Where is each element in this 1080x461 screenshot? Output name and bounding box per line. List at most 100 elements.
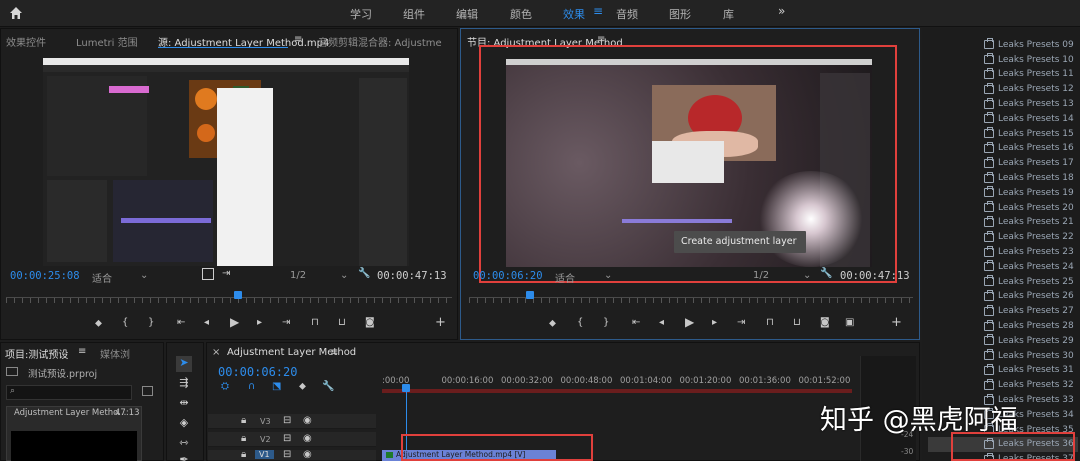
- add-button-icon[interactable]: +: [435, 315, 446, 330]
- program-resolution-chevron-icon[interactable]: ⌄: [803, 270, 811, 281]
- preset-item[interactable]: Leaks Presets 30: [984, 348, 1074, 363]
- pen-tool-icon[interactable]: ✒: [176, 453, 192, 461]
- preset-item[interactable]: Leaks Presets 18: [984, 171, 1074, 186]
- eye-icon[interactable]: ◉: [303, 415, 312, 426]
- preset-item[interactable]: Leaks Presets 16: [984, 141, 1074, 156]
- preset-item[interactable]: Leaks Presets 25: [984, 274, 1074, 289]
- eye-icon[interactable]: ◉: [303, 449, 312, 460]
- timeline-timecode[interactable]: 00:00:06:20: [218, 365, 297, 379]
- workspace-color[interactable]: 颜色: [510, 6, 532, 22]
- add-marker-icon[interactable]: ⬥: [95, 318, 102, 329]
- new-bin-icon[interactable]: [142, 386, 153, 396]
- program-go-to-out-icon[interactable]: ⇥: [737, 317, 745, 328]
- preset-item[interactable]: Leaks Presets 29: [984, 334, 1074, 349]
- track-v2[interactable]: 🔒︎ V2 ⊟ ◉: [208, 432, 376, 447]
- source-playhead[interactable]: [234, 291, 242, 299]
- source-timecode[interactable]: 00:00:25:08: [10, 270, 80, 282]
- selection-tool-icon[interactable]: ➤: [176, 356, 192, 372]
- track-select-tool-icon[interactable]: ⇶: [176, 376, 192, 392]
- mark-in-icon[interactable]: {: [122, 317, 128, 328]
- project-search-input[interactable]: ⌕: [6, 385, 132, 400]
- preset-item[interactable]: Leaks Presets 26: [984, 289, 1074, 304]
- more-workspaces-icon[interactable]: »: [778, 4, 785, 18]
- lift-icon[interactable]: ⊓: [766, 317, 774, 328]
- go-to-in-icon[interactable]: ⇤: [177, 317, 185, 328]
- razor-tool-icon[interactable]: ◈: [176, 416, 192, 432]
- preset-item[interactable]: Leaks Presets 21: [984, 215, 1074, 230]
- tab-media-browser[interactable]: 媒体浏: [100, 346, 130, 361]
- preset-item[interactable]: Leaks Presets 31: [984, 363, 1074, 378]
- timeline-close-icon[interactable]: ×: [212, 347, 220, 358]
- overwrite-icon[interactable]: ⊔: [338, 317, 346, 328]
- program-camera-icon[interactable]: ◙: [820, 317, 830, 328]
- program-play-icon[interactable]: ▶: [685, 315, 694, 329]
- preset-item[interactable]: Leaks Presets 24: [984, 260, 1074, 275]
- preset-item[interactable]: Leaks Presets 15: [984, 126, 1074, 141]
- sync-lock-icon[interactable]: ⊟: [283, 449, 291, 460]
- tab-project[interactable]: 项目:测试预设: [5, 346, 68, 361]
- lock-icon[interactable]: 🔒︎: [241, 449, 246, 460]
- linked-selection-icon[interactable]: ⬔: [272, 381, 281, 392]
- preset-item[interactable]: Leaks Presets 28: [984, 319, 1074, 334]
- slip-tool-icon[interactable]: ⇿: [176, 436, 192, 452]
- preset-item[interactable]: Leaks Presets 12: [984, 82, 1074, 97]
- go-to-out-icon[interactable]: ⇥: [282, 317, 290, 328]
- eye-icon[interactable]: ◉: [303, 433, 312, 444]
- source-fit-chevron-icon[interactable]: ⌄: [140, 270, 148, 281]
- export-frame-icon[interactable]: ⇥: [222, 268, 230, 279]
- program-playhead[interactable]: [526, 291, 534, 299]
- source-resolution-chevron-icon[interactable]: ⌄: [340, 270, 348, 281]
- lock-icon[interactable]: 🔒︎: [241, 415, 246, 426]
- program-resolution-dropdown[interactable]: 1/2: [753, 270, 769, 281]
- snap-icon[interactable]: ∩: [248, 381, 255, 392]
- workspace-menu-icon[interactable]: ≡: [593, 4, 603, 18]
- preset-item[interactable]: Leaks Presets 09: [984, 38, 1074, 53]
- preset-item[interactable]: Leaks Presets 32: [984, 378, 1074, 393]
- program-settings-wrench-icon[interactable]: 🔧: [820, 268, 832, 279]
- program-fit-dropdown[interactable]: 适合: [555, 270, 575, 285]
- program-mark-in-icon[interactable]: {: [577, 317, 583, 328]
- nest-icon[interactable]: ⛭: [221, 381, 229, 392]
- preset-item[interactable]: Leaks Presets 23: [984, 245, 1074, 260]
- source-time-ruler[interactable]: [6, 297, 452, 303]
- program-mark-out-icon[interactable]: }: [603, 317, 609, 328]
- workspace-graphics[interactable]: 图形: [669, 6, 691, 22]
- program-timecode[interactable]: 00:00:06:20: [473, 270, 543, 282]
- preset-item[interactable]: Leaks Presets 11: [984, 67, 1074, 82]
- project-clip-thumbnail[interactable]: Adjustment Layer Metho... 47:13: [6, 406, 142, 461]
- program-tab-menu-icon[interactable]: ≡: [597, 34, 605, 45]
- work-area-bar[interactable]: [382, 389, 852, 393]
- program-step-back-icon[interactable]: ◂: [659, 317, 664, 328]
- ripple-edit-tool-icon[interactable]: ⇹: [176, 396, 192, 412]
- timeline-tab-menu-icon[interactable]: ≡: [330, 347, 338, 358]
- play-icon[interactable]: ▶: [230, 315, 239, 329]
- preset-item[interactable]: Leaks Presets 22: [984, 230, 1074, 245]
- program-add-button-icon[interactable]: +: [891, 315, 902, 330]
- timeline-settings-wrench-icon[interactable]: 🔧: [322, 381, 334, 392]
- insert-clip-icon[interactable]: [202, 268, 214, 280]
- home-icon[interactable]: [8, 5, 24, 21]
- preset-item[interactable]: Leaks Presets 10: [984, 52, 1074, 67]
- project-tab-menu-icon[interactable]: ≡: [78, 346, 86, 357]
- program-go-to-in-icon[interactable]: ⇤: [632, 317, 640, 328]
- source-tab-menu-icon[interactable]: ≡: [294, 34, 302, 45]
- workspace-assembly[interactable]: 组件: [403, 6, 425, 22]
- program-time-ruler[interactable]: [469, 297, 913, 303]
- preset-item[interactable]: Leaks Presets 14: [984, 112, 1074, 127]
- track-v3[interactable]: 🔒︎ V3 ⊟ ◉: [208, 414, 376, 429]
- track-v1[interactable]: 🔒︎ V1 ⊟ ◉: [208, 449, 376, 461]
- lock-icon[interactable]: 🔒︎: [241, 433, 246, 444]
- sync-lock-icon[interactable]: ⊟: [283, 433, 291, 444]
- tab-lumetri-scopes[interactable]: Lumetri 范围: [76, 34, 138, 49]
- program-fit-chevron-icon[interactable]: ⌄: [604, 270, 612, 281]
- workspace-learn[interactable]: 学习: [350, 6, 372, 22]
- camera-icon[interactable]: ◙: [365, 317, 375, 328]
- preset-item[interactable]: Leaks Presets 13: [984, 97, 1074, 112]
- workspace-editing[interactable]: 编辑: [456, 6, 478, 22]
- insert-icon[interactable]: ⊓: [311, 317, 319, 328]
- source-fit-dropdown[interactable]: 适合: [92, 270, 112, 285]
- extract-icon[interactable]: ⊔: [793, 317, 801, 328]
- mark-out-icon[interactable]: }: [148, 317, 154, 328]
- sync-lock-icon[interactable]: ⊟: [283, 415, 291, 426]
- preset-item[interactable]: Leaks Presets 17: [984, 156, 1074, 171]
